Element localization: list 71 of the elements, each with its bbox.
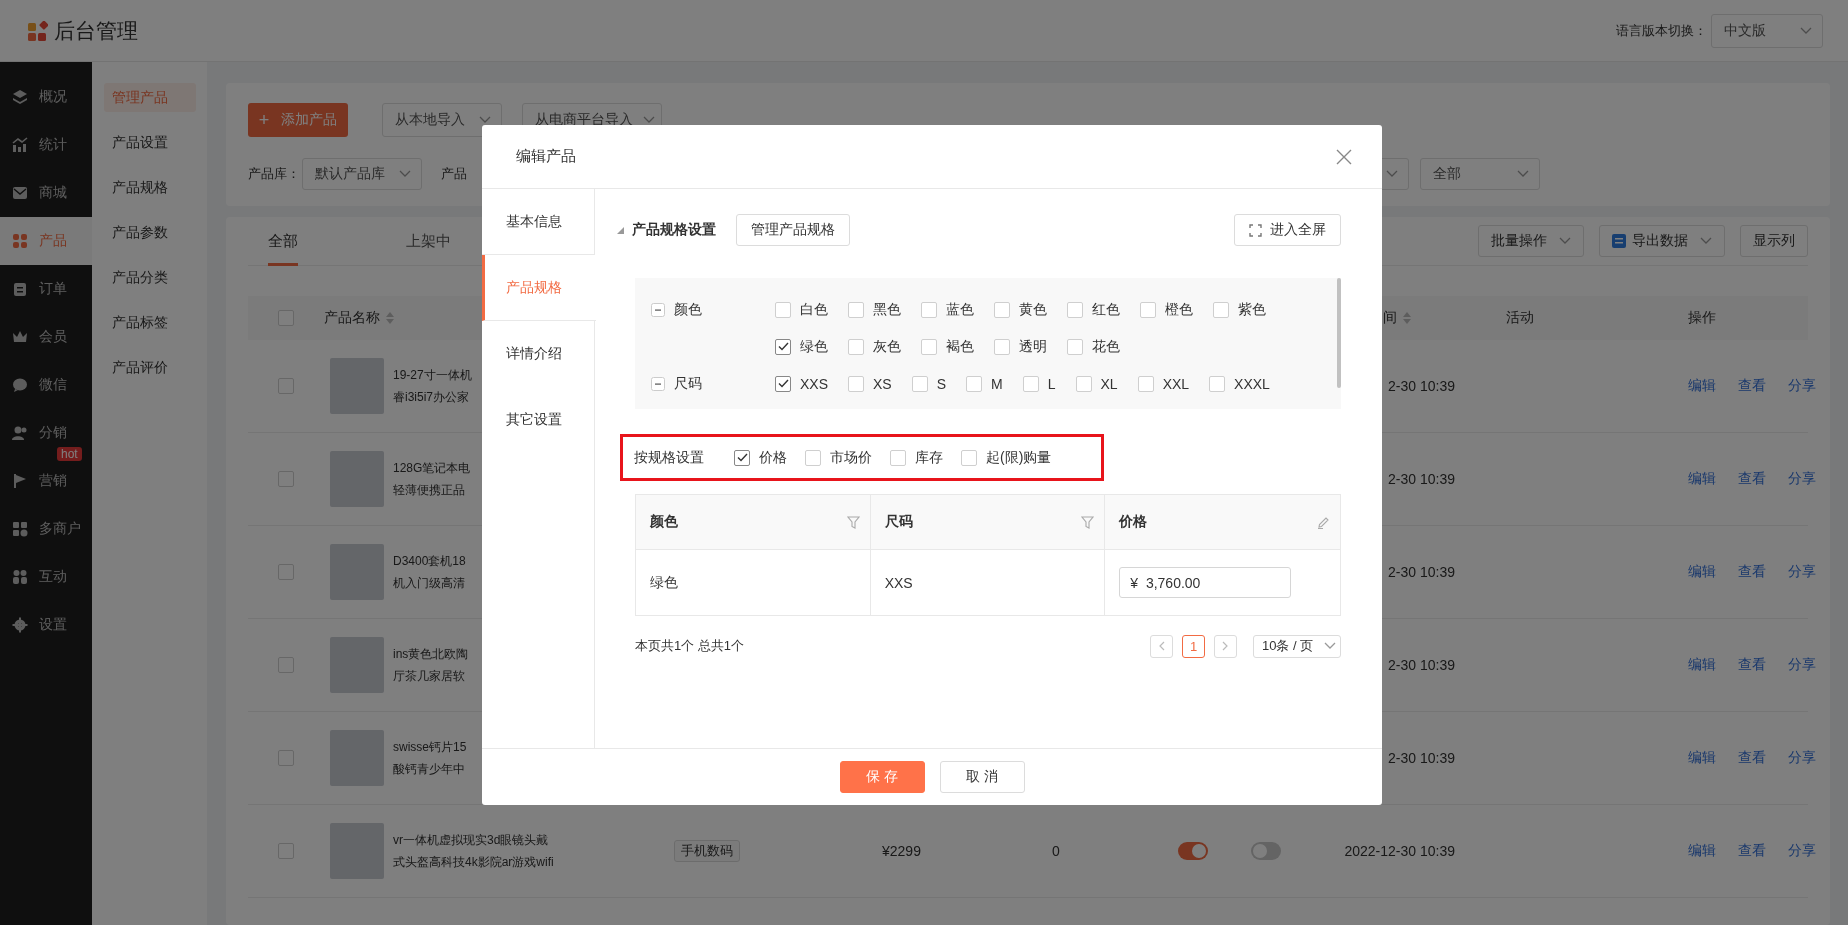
filter-label: 产品库： [248,165,300,183]
column-header: 操作 [1688,309,1716,327]
option-label: 花色 [1092,337,1120,356]
sidebar-label: 统计 [39,136,67,154]
option-label: 褐色 [946,337,974,356]
option-label: 起(限)购量 [986,448,1052,467]
option-label: 紫色 [1238,300,1266,319]
product-name: 128G笔记本电 轻薄便携正品 [393,460,471,499]
date-text: 2-30 10:39 [1388,750,1455,766]
sidebar-label: 分销 [39,424,67,442]
option-label: XXL [1162,375,1190,392]
date-text: 2022-12-30 10:39 [1344,843,1455,859]
product-name: vr一体机虚拟现实3d眼镜头戴 式头盔高科技4k影院ar游戏wifi [393,832,554,871]
sidebar-label: 互动 [39,568,67,586]
sidebar-label: 会员 [39,328,67,346]
sidebar-label: 订单 [39,280,67,298]
option-label: 市场价 [830,448,872,467]
product-name: 19-27寸一体机 睿i3i5i7办公家 [393,367,472,406]
option-label: XXS [800,375,828,392]
option-label: M [991,375,1003,392]
option-label: S [936,375,947,392]
date-text: 2-30 10:39 [1388,657,1455,673]
hot-badge: hot [57,447,82,461]
filter-label: 产品 [441,165,467,183]
date-text: 2-30 10:39 [1388,378,1455,394]
category-tag: 手机数码 [674,840,740,862]
option-label: 库存 [915,448,943,467]
option-label: XL [1100,375,1118,392]
option-label: L [1047,375,1056,392]
option-label: 黑色 [873,300,901,319]
option-label: 绿色 [800,337,828,356]
sidebar-label: 营销 [39,472,67,490]
modal-title: 编辑产品 [516,147,576,166]
language-label: 语言版本切换： [1616,21,1707,40]
setting-label: 按规格设置 [634,448,704,467]
section-title: 产品规格设置 [632,221,716,239]
sidebar-label: 多商户 [39,520,81,538]
column-header: 颜色 [650,513,678,531]
sales-count: 0 [1052,843,1060,859]
column-header: 活动 [1506,309,1534,327]
column-header: 价格 [1119,513,1148,531]
option-label: 价格 [759,448,787,467]
option-label: 透明 [1019,337,1047,356]
product-name: swisse钙片15 酸钙青少年中 [393,739,467,778]
option-label: 白色 [800,300,828,319]
option-label: 红色 [1092,300,1120,319]
column-header: 产品名称 [324,309,380,327]
sidebar-label: 微信 [39,376,67,394]
option-label: 橙色 [1165,300,1193,319]
sidebar-label: 设置 [39,616,67,634]
page-summary: 本页共1个 总共1个 [635,637,745,655]
option-label: 灰色 [873,337,901,356]
product-name: D3400套机18 机入门级高清 [393,553,466,592]
option-label: XS [873,375,892,392]
logo-text: 后台管理 [54,17,138,44]
sidebar-label: 产品 [39,232,67,250]
column-header: 间 [1383,309,1397,327]
date-text: 2-30 10:39 [1388,564,1455,580]
sidebar-label: 概况 [39,88,67,106]
spec-name: 尺码 [674,374,702,393]
price: ¥2299 [882,843,921,859]
sidebar-label: 商城 [39,184,67,202]
table-cell: XXS [870,549,1106,615]
table-cell: 绿色 [636,549,871,615]
option-label: 黄色 [1019,300,1047,319]
spec-name: 颜色 [674,300,702,319]
date-text: 2-30 10:39 [1388,471,1455,487]
option-label: XXXL [1234,375,1270,392]
column-header: 尺码 [884,513,913,531]
product-name: ins黄色北欧陶 厅茶几家居软 [393,646,469,685]
option-label: 蓝色 [946,300,974,319]
